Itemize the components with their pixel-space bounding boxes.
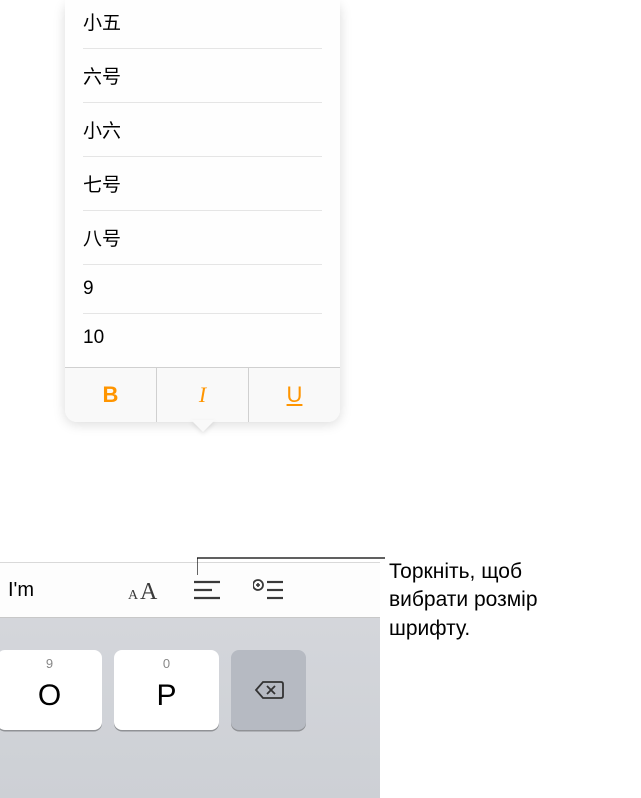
- key-secondary-label: 9: [46, 656, 53, 671]
- underline-button[interactable]: U: [249, 368, 340, 422]
- keyboard-delete-key[interactable]: [231, 650, 306, 730]
- svg-text:A: A: [128, 588, 139, 603]
- callout-text: Торкніть, щоб вибрати розмір шрифту.: [389, 558, 639, 643]
- text-suggestion[interactable]: I'm: [0, 579, 120, 602]
- italic-button[interactable]: I: [157, 368, 249, 422]
- callout-line-1: Торкніть, щоб: [389, 558, 639, 586]
- font-size-option[interactable]: 小五: [83, 0, 322, 49]
- key-secondary-label: 0: [163, 656, 170, 671]
- text-style-row: B I U: [65, 367, 340, 422]
- bold-button[interactable]: B: [65, 368, 157, 422]
- key-primary-label: O: [38, 679, 61, 713]
- svg-text:A: A: [140, 579, 158, 603]
- callout-line-2: вибрати розмір: [389, 586, 639, 614]
- onscreen-keyboard: 9 O 0 P: [0, 618, 380, 798]
- font-size-option[interactable]: 10: [83, 314, 322, 367]
- callout-line-3: шрифту.: [389, 615, 639, 643]
- font-size-option[interactable]: 9: [83, 265, 322, 314]
- font-size-option[interactable]: 小六: [83, 103, 322, 157]
- font-size-option[interactable]: 八号: [83, 211, 322, 265]
- keyboard-key-p[interactable]: 0 P: [114, 650, 219, 730]
- key-primary-label: P: [156, 679, 176, 713]
- callout-connector: [197, 555, 392, 595]
- font-size-icon[interactable]: A A: [128, 573, 162, 607]
- font-size-list[interactable]: 小五 六号 小六 七号 八号 9 10: [65, 0, 340, 367]
- font-size-popover: 小五 六号 小六 七号 八号 9 10 B I U: [65, 0, 340, 422]
- keyboard-key-o[interactable]: 9 O: [0, 650, 102, 730]
- font-size-option[interactable]: 六号: [83, 49, 322, 103]
- font-size-option[interactable]: 七号: [83, 157, 322, 211]
- popover-tail: [191, 420, 215, 432]
- delete-icon: [253, 674, 285, 706]
